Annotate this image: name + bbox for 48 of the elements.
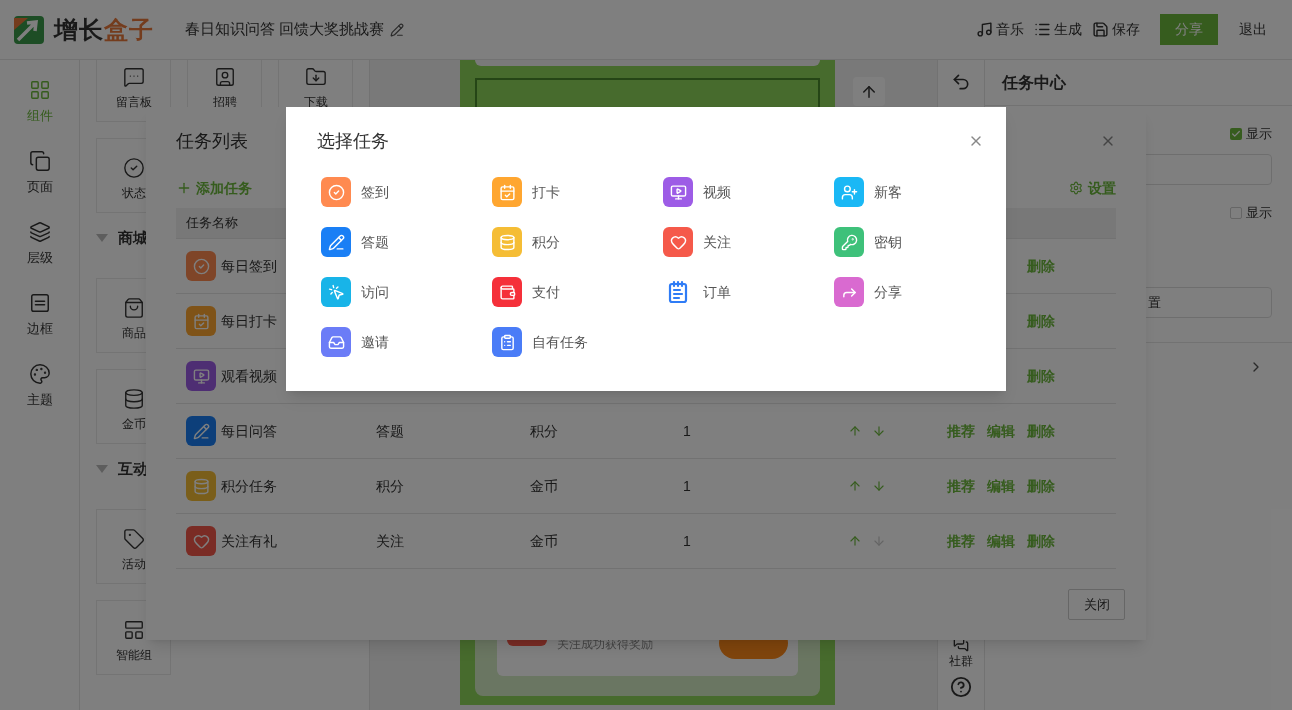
task-option[interactable]: 签到 (321, 177, 492, 207)
task-option[interactable]: 支付 (492, 277, 663, 307)
task-option[interactable]: 关注 (663, 227, 834, 257)
sidebar-item[interactable]: 层级 (9, 221, 70, 279)
task-option[interactable]: 打卡 (492, 177, 663, 207)
brand-name: 增长 (54, 14, 104, 45)
task-option[interactable]: 分享 (834, 277, 1005, 307)
brand-accent: 盒子 (104, 14, 154, 45)
task-count: 1 (683, 532, 691, 549)
dialog-title: 任务列表 (176, 129, 248, 153)
task-option[interactable]: 访问 (321, 277, 492, 307)
task-type: 答题 (376, 422, 404, 439)
community-label[interactable]: 社群 (949, 652, 973, 670)
task-name: 关注有礼 (221, 531, 277, 551)
task-option[interactable]: 订单 (663, 277, 834, 307)
task-reward: 积分 (530, 422, 558, 439)
dialog-title: 选择任务 (317, 129, 389, 153)
exit-button[interactable]: 退出 (1239, 19, 1267, 40)
task-reward: 金币 (530, 532, 558, 549)
task-type: 关注 (376, 532, 404, 549)
checkbox-label: 显示 (1246, 204, 1272, 223)
task-type: 积分 (376, 477, 404, 494)
panel-title: 任务中心 (1002, 72, 1066, 93)
close-button[interactable]: 关闭 (1068, 589, 1125, 620)
task-reward: 金币 (530, 477, 558, 494)
checkbox-label: 显示 (1246, 125, 1272, 144)
sidebar-item[interactable]: 主题 (9, 363, 70, 421)
task-count: 1 (683, 477, 691, 494)
project-title: 春日知识问答 回馈大奖挑战赛 (185, 19, 385, 40)
task-option[interactable]: 视频 (663, 177, 834, 207)
sidebar-item[interactable]: 页面 (9, 150, 70, 208)
task-option[interactable]: 邀请 (321, 327, 492, 357)
task-name: 观看视频 (221, 366, 277, 386)
column-header: 任务名称 (186, 214, 238, 233)
task-name: 积分任务 (221, 476, 277, 496)
task-option[interactable]: 自有任务 (492, 327, 663, 357)
task-option[interactable]: 积分 (492, 227, 663, 257)
toolbar-button[interactable]: 保存 (1092, 19, 1140, 40)
task-option[interactable]: 答题 (321, 227, 492, 257)
task-option[interactable]: 新客 (834, 177, 1005, 207)
toolbar-button[interactable]: 音乐 (976, 19, 1024, 40)
task-count: 1 (683, 422, 691, 439)
task-name: 每日打卡 (221, 311, 277, 331)
task-name: 每日签到 (221, 256, 277, 276)
sidebar-item[interactable]: 边框 (9, 292, 70, 350)
task-name: 每日问答 (221, 421, 277, 441)
toolbar-button[interactable]: 生成 (1034, 19, 1082, 40)
task-option[interactable]: 密钥 (834, 227, 1005, 257)
